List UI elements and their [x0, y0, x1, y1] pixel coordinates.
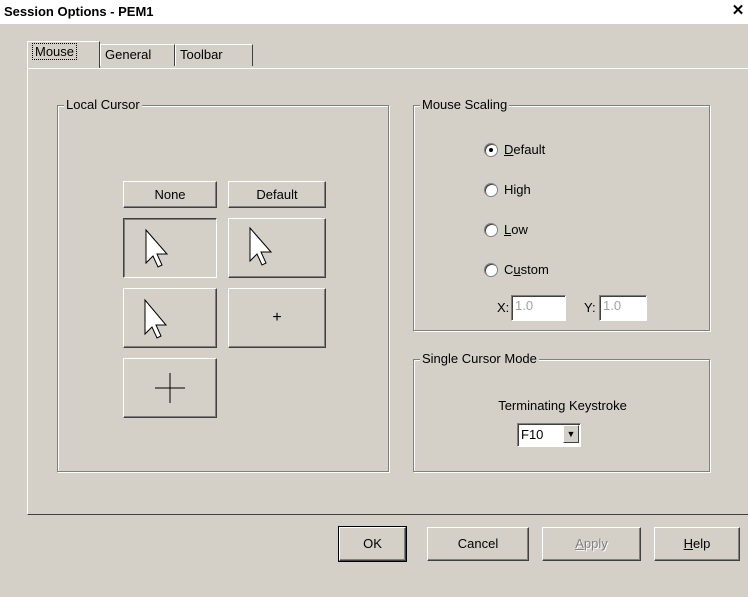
cancel-button[interactable]: Cancel: [427, 527, 529, 561]
tab-toolbar[interactable]: Toolbar: [175, 44, 253, 66]
radio-unchecked-icon: [484, 222, 498, 237]
local-cursor-label: Local Cursor: [64, 97, 142, 112]
mouse-scaling-label: Mouse Scaling: [420, 97, 510, 112]
radio-label-prefix: C: [504, 262, 514, 277]
help-button[interactable]: Help: [654, 527, 740, 561]
radio-label-mnemonic: u: [513, 262, 521, 277]
radio-checked-icon: [484, 142, 498, 157]
cursor-option-crosshair[interactable]: [123, 358, 217, 418]
tab-mouse-label: Mouse: [32, 43, 78, 60]
arrow-cursor-icon: [144, 298, 168, 339]
crosshair-icon: [155, 373, 185, 403]
single-cursor-label: Single Cursor Mode: [420, 351, 539, 366]
radio-unchecked-icon: [484, 182, 498, 197]
help-label: elp: [693, 536, 711, 551]
ok-button-label: OK: [363, 536, 382, 551]
cursor-option-arrow-large[interactable]: [123, 218, 217, 278]
arrow-cursor-icon: [249, 226, 273, 266]
title-bar: Session Options - PEM1 ✕: [0, 0, 748, 24]
arrow-cursor-icon: [145, 228, 169, 268]
radio-custom[interactable]: Custom: [484, 261, 549, 279]
close-icon[interactable]: ✕: [730, 3, 746, 19]
radio-label-mnemonic: D: [504, 142, 514, 157]
radio-label-mnemonic: g: [516, 182, 524, 197]
cursor-option-plus-small[interactable]: +: [228, 288, 326, 348]
dialog-body: Mouse General Toolbar Local Cursor None …: [6, 24, 748, 597]
radio-high[interactable]: High: [484, 181, 531, 199]
small-plus-icon: +: [272, 309, 282, 326]
x-scale-input[interactable]: 1.0: [511, 295, 566, 321]
none-button-label: None: [154, 187, 186, 202]
radio-label-suffix: efault: [513, 142, 546, 157]
radio-label-suffix: ow: [511, 222, 528, 237]
cancel-button-label: Cancel: [457, 536, 499, 551]
y-scale-input[interactable]: 1.0: [599, 295, 647, 321]
ok-button[interactable]: OK: [338, 526, 407, 562]
single-cursor-group: Single Cursor Mode Terminating Keystroke…: [413, 351, 710, 472]
apply-button[interactable]: Apply: [542, 527, 641, 561]
default-button-label: Default: [256, 187, 298, 202]
radio-label-suffix: h: [523, 182, 531, 197]
radio-label-suffix: stom: [520, 262, 549, 277]
apply-label: pply: [583, 536, 608, 551]
tab-panel-mouse: Local Cursor None Default + Mouse Scalin…: [27, 68, 748, 515]
cursor-option-arrow-outline[interactable]: [228, 218, 326, 278]
tab-general-label: General: [105, 47, 152, 62]
cursor-none-button[interactable]: None: [123, 181, 217, 208]
tab-mouse[interactable]: Mouse: [27, 41, 100, 68]
mouse-scaling-group: Mouse Scaling Default High Low Custom X:…: [413, 97, 710, 331]
local-cursor-group: Local Cursor None Default +: [57, 97, 389, 472]
apply-mnemonic: A: [575, 536, 584, 551]
radio-low[interactable]: Low: [484, 221, 528, 239]
window-title: Session Options - PEM1: [4, 4, 154, 19]
cursor-default-button[interactable]: Default: [228, 181, 326, 208]
chevron-down-icon[interactable]: ▼: [563, 425, 579, 443]
radio-default[interactable]: Default: [484, 141, 545, 159]
keystroke-value: F10: [521, 427, 544, 442]
radio-label-prefix: Hi: [504, 182, 517, 197]
terminating-keystroke-label: Terminating Keystroke: [498, 398, 627, 413]
tab-general[interactable]: General: [100, 44, 175, 66]
cursor-option-arrow-small[interactable]: [123, 288, 217, 348]
help-mnemonic: H: [683, 536, 694, 551]
radio-unchecked-icon: [484, 262, 498, 277]
x-label: X:: [497, 300, 510, 315]
y-label: Y:: [584, 300, 596, 315]
tab-toolbar-label: Toolbar: [180, 47, 223, 62]
keystroke-select[interactable]: F10 ▼: [517, 423, 581, 447]
